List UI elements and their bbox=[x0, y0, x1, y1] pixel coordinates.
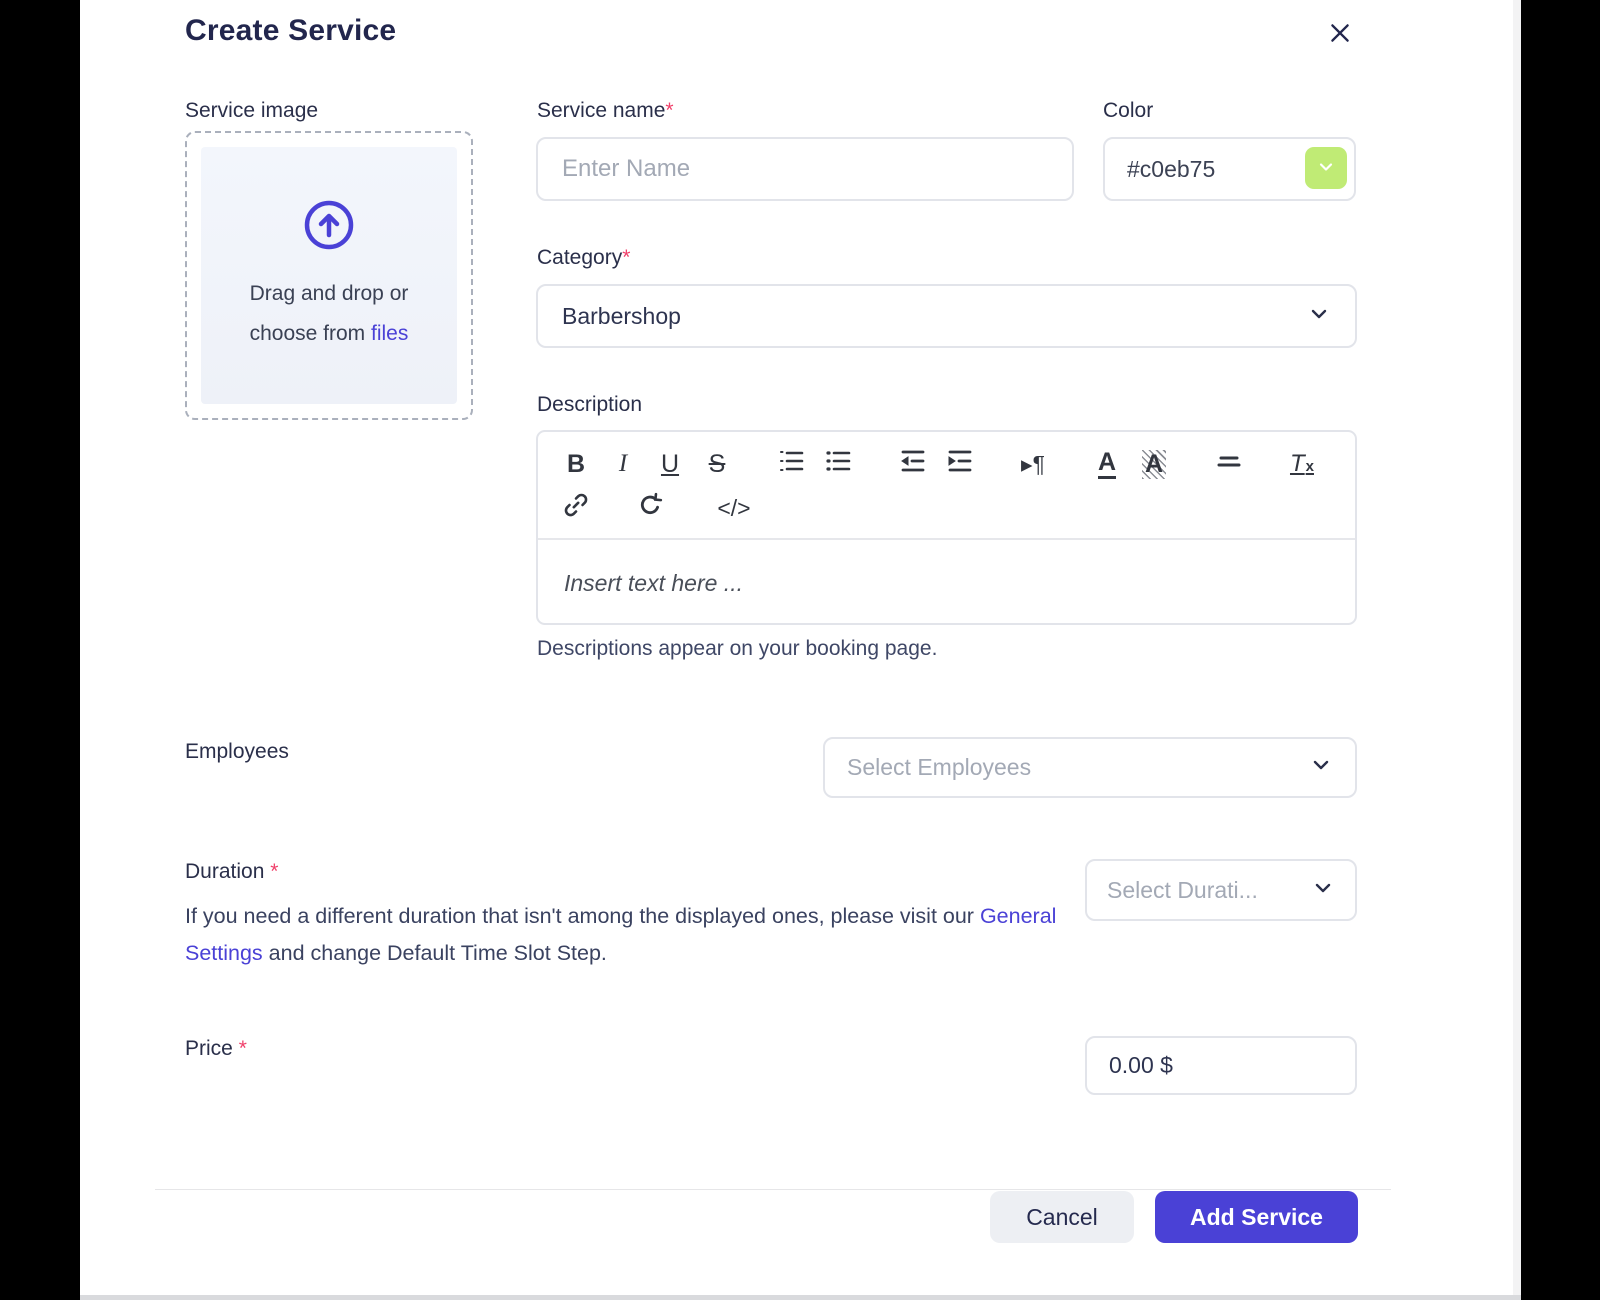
choose-files-link[interactable]: files bbox=[371, 322, 408, 345]
underline-button[interactable]: U bbox=[654, 448, 686, 480]
dropzone-text-line2: choose from bbox=[249, 321, 371, 345]
bottom-edge bbox=[80, 1295, 1521, 1300]
undo-button[interactable] bbox=[634, 492, 666, 524]
required-asterisk: * bbox=[622, 246, 631, 269]
close-icon bbox=[1327, 23, 1353, 49]
bold-button[interactable]: B bbox=[560, 448, 592, 480]
strikethrough-button[interactable]: S bbox=[701, 448, 733, 480]
page-title: Create Service bbox=[185, 14, 397, 47]
create-service-modal: Create Service Service image Drag and dr… bbox=[80, 0, 1521, 1300]
description-helper-text: Descriptions appear on your booking page… bbox=[537, 637, 938, 660]
text-color-button[interactable]: A bbox=[1091, 448, 1123, 480]
highlight-button[interactable]: A bbox=[1138, 448, 1170, 480]
ordered-list-icon bbox=[778, 448, 804, 481]
add-service-button[interactable]: Add Service bbox=[1155, 1191, 1358, 1243]
undo-icon bbox=[637, 492, 663, 525]
close-button[interactable] bbox=[1320, 14, 1360, 54]
service-name-input[interactable] bbox=[536, 137, 1074, 201]
clear-format-button[interactable]: Tx bbox=[1286, 448, 1318, 480]
text-color-icon: A bbox=[1097, 449, 1117, 479]
scrollbar-track[interactable] bbox=[1513, 0, 1521, 1300]
code-view-button[interactable]: </> bbox=[708, 492, 760, 524]
employees-label: Employees bbox=[185, 740, 289, 763]
bullet-list-button[interactable] bbox=[822, 448, 854, 480]
footer-divider bbox=[155, 1189, 1391, 1190]
duration-helper-text: If you need a different duration that is… bbox=[185, 904, 1057, 965]
color-label: Color bbox=[1103, 99, 1154, 122]
category-label: Category* bbox=[537, 246, 631, 269]
bullet-list-icon bbox=[825, 448, 851, 481]
price-input[interactable] bbox=[1085, 1036, 1357, 1095]
ordered-list-button[interactable] bbox=[775, 448, 807, 480]
description-editor: B I U S ▸¶ A A Tx </> Insert text here .… bbox=[536, 430, 1357, 625]
category-value: Barbershop bbox=[562, 302, 681, 329]
editor-toolbar: B I U S ▸¶ A A Tx </> bbox=[538, 432, 1355, 530]
cancel-button[interactable]: Cancel bbox=[990, 1191, 1134, 1243]
indent-button[interactable] bbox=[943, 448, 975, 480]
paragraph-direction-button[interactable]: ▸¶ bbox=[1017, 448, 1049, 480]
image-dropzone[interactable]: Drag and drop or choose from files bbox=[185, 131, 473, 420]
line-height-button[interactable] bbox=[1212, 448, 1244, 480]
code-icon: </> bbox=[717, 494, 751, 521]
chevron-down-icon bbox=[1316, 157, 1336, 180]
chevron-down-icon bbox=[1311, 876, 1335, 905]
employees-select[interactable]: Select Employees bbox=[823, 737, 1357, 798]
duration-label: Duration * bbox=[185, 860, 279, 883]
dropzone-text-line1: Drag and drop or bbox=[249, 281, 409, 305]
italic-button[interactable]: I bbox=[607, 448, 639, 480]
employees-placeholder: Select Employees bbox=[847, 754, 1032, 780]
description-label: Description bbox=[537, 393, 643, 416]
lines-icon bbox=[1215, 448, 1241, 481]
paragraph-direction-icon: ▸¶ bbox=[1021, 450, 1045, 477]
chevron-down-icon bbox=[1307, 302, 1331, 331]
description-placeholder: Insert text here ... bbox=[564, 570, 743, 596]
clear-format-icon: Tx bbox=[1289, 450, 1314, 477]
required-asterisk: * bbox=[665, 99, 674, 122]
description-textarea[interactable]: Insert text here ... bbox=[538, 540, 1355, 627]
highlight-icon: A bbox=[1141, 449, 1167, 479]
category-select[interactable]: Barbershop bbox=[536, 284, 1357, 348]
link-button[interactable] bbox=[560, 492, 592, 524]
outdent-icon bbox=[899, 448, 925, 481]
outdent-button[interactable] bbox=[896, 448, 928, 480]
link-icon bbox=[563, 492, 589, 525]
indent-icon bbox=[946, 448, 972, 481]
required-asterisk: * bbox=[238, 1037, 247, 1060]
chevron-down-icon bbox=[1309, 753, 1333, 782]
upload-arrow-icon bbox=[302, 198, 356, 252]
duration-placeholder: Select Durati... bbox=[1107, 876, 1258, 903]
color-swatch-button[interactable] bbox=[1305, 147, 1347, 189]
price-label: Price * bbox=[185, 1037, 247, 1060]
service-image-label: Service image bbox=[185, 99, 319, 122]
required-asterisk: * bbox=[270, 860, 279, 883]
service-name-label: Service name* bbox=[537, 99, 674, 122]
duration-select[interactable]: Select Durati... bbox=[1085, 859, 1357, 921]
